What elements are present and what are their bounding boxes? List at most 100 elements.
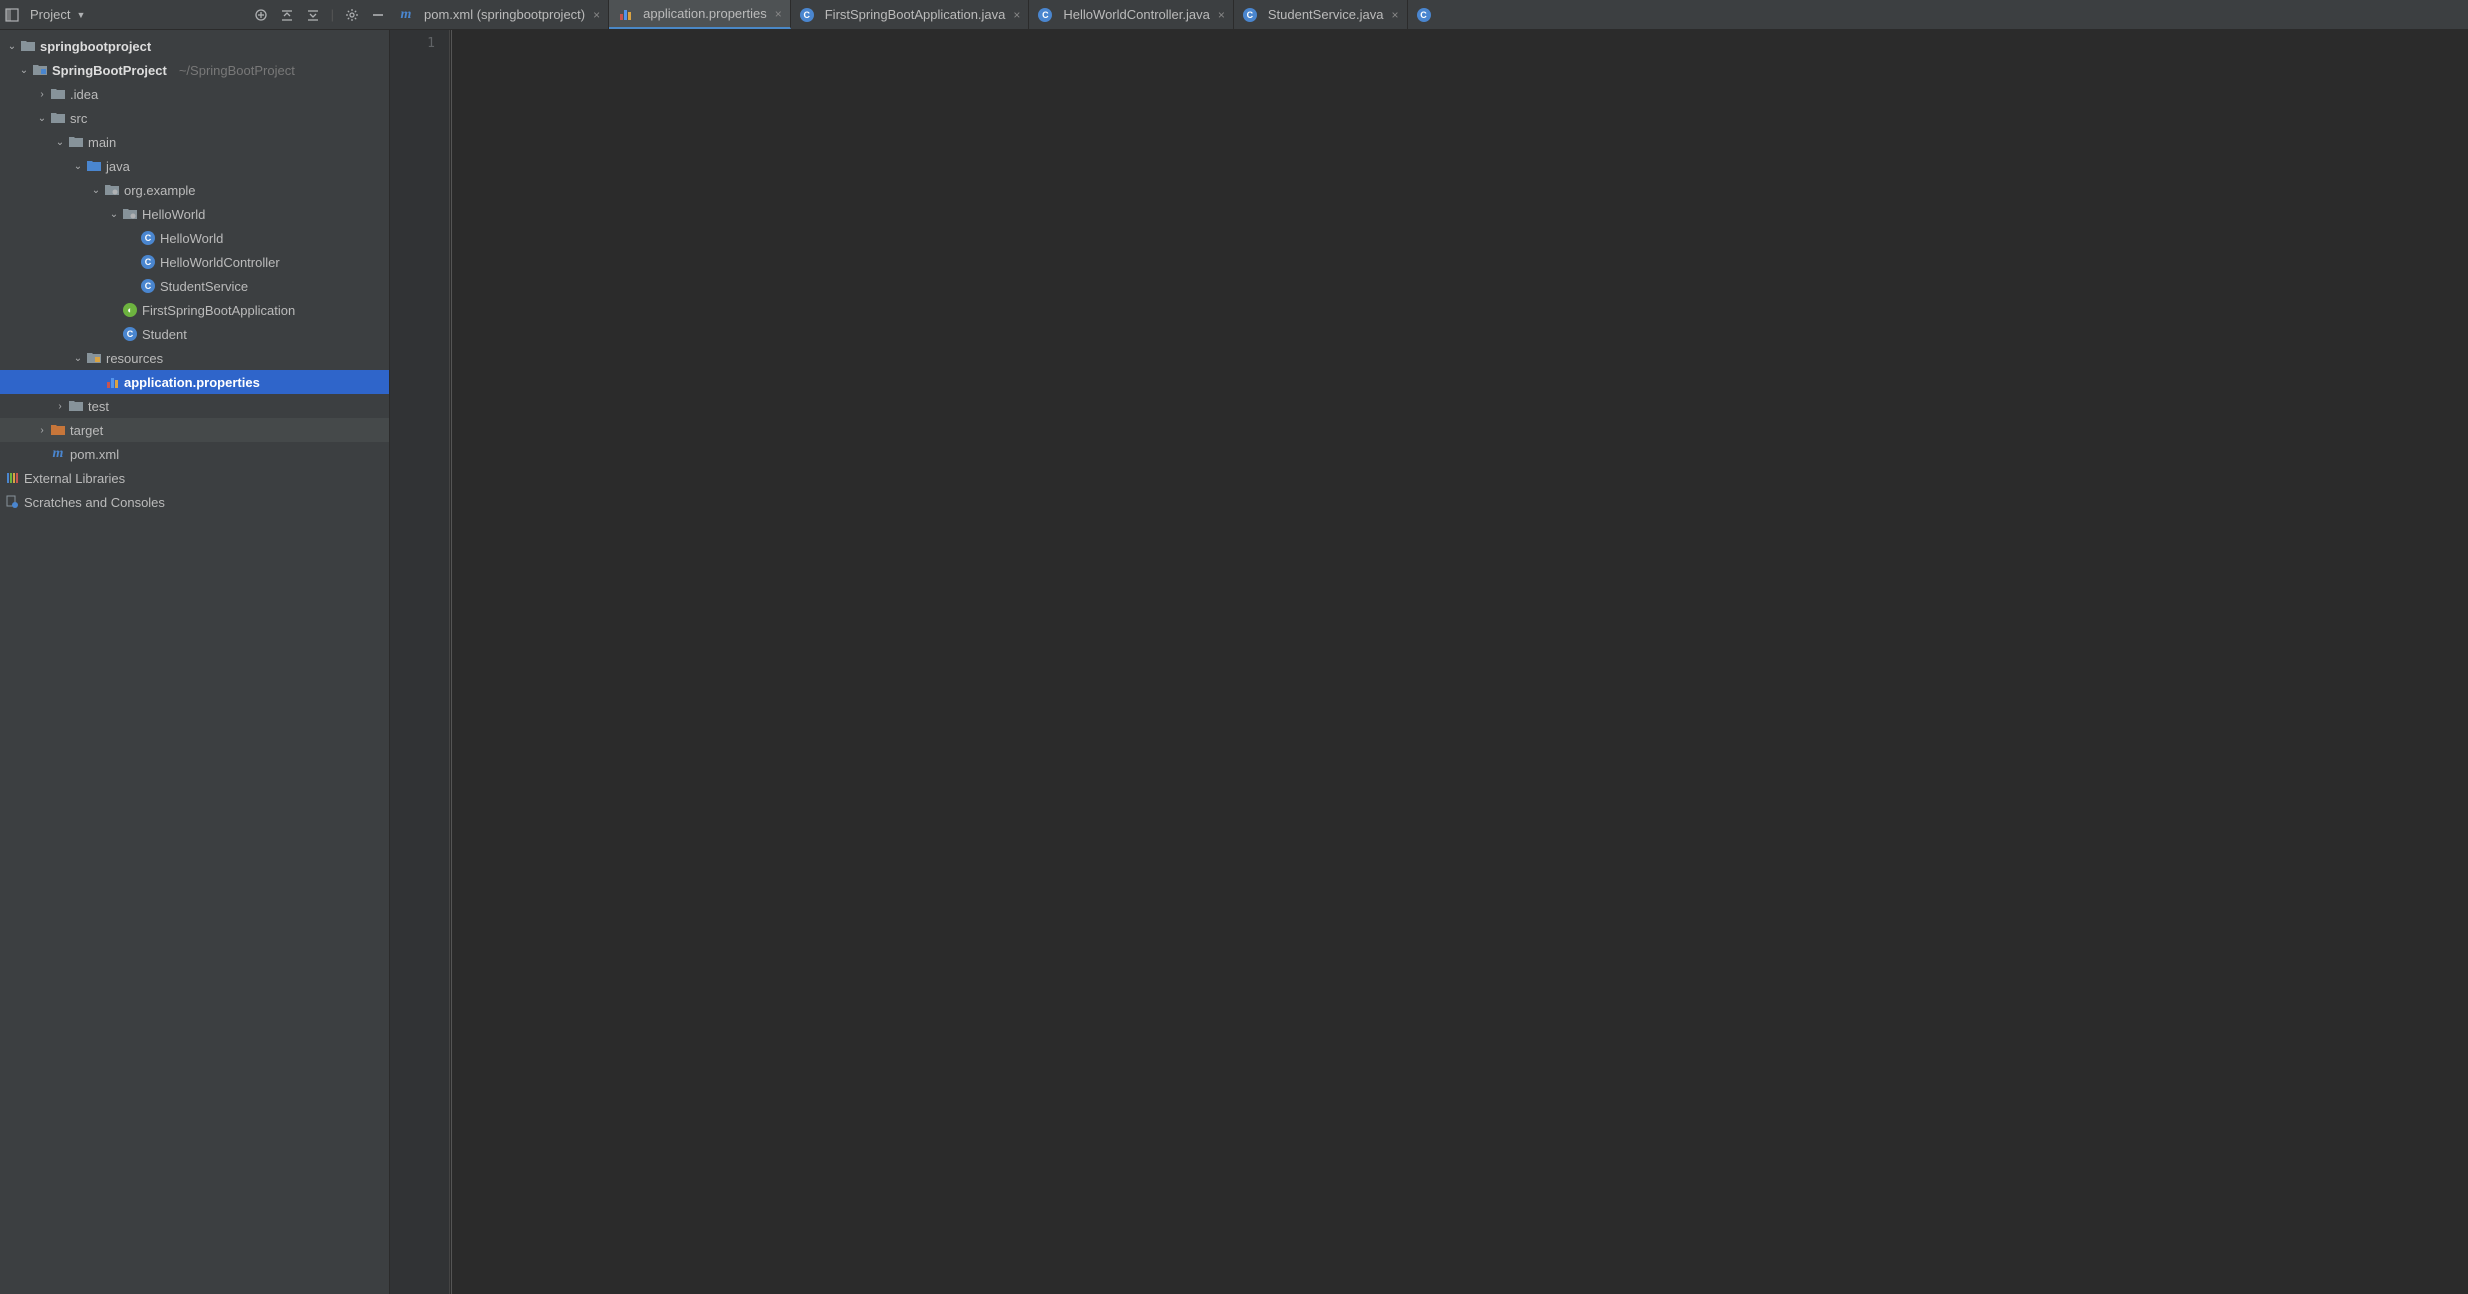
tree-label: src (70, 111, 93, 126)
tree-label: pom.xml (70, 447, 125, 462)
expand-arrow-icon[interactable]: ⌄ (34, 113, 50, 124)
tree-scratches[interactable]: Scratches and Consoles (0, 490, 389, 514)
tree-label: test (88, 399, 115, 414)
toolwindow-icon (4, 7, 20, 23)
tree-label: application.properties (124, 375, 266, 390)
expand-arrow-icon[interactable]: ⌄ (88, 185, 104, 196)
tab-application-properties[interactable]: application.properties × (609, 0, 791, 29)
java-class-icon: C (140, 230, 156, 246)
tree-root[interactable]: ⌄ springbootproject (0, 34, 389, 58)
folder-icon (68, 134, 84, 150)
collapse-all-icon[interactable] (305, 7, 321, 23)
tree-label: HelloWorld (142, 207, 211, 222)
top-bar: Project ▼ | m pom.xml (springbootp (0, 0, 2468, 30)
expand-arrow-icon[interactable]: ⌄ (106, 209, 122, 220)
toolwindow-title: Project (30, 7, 70, 22)
tab-label: FirstSpringBootApplication.java (825, 7, 1006, 22)
java-class-icon: C (140, 278, 156, 294)
library-icon (4, 470, 20, 486)
close-icon[interactable]: × (1011, 8, 1020, 22)
tree-hint: ~/SpringBootProject (173, 63, 295, 78)
tree-file-pom-xml[interactable]: m pom.xml (0, 442, 389, 466)
folder-icon (50, 86, 66, 102)
expand-arrow-icon[interactable]: › (34, 89, 50, 100)
project-toolwindow-header: Project ▼ | (0, 0, 390, 29)
tree-test-folder[interactable]: › test (0, 394, 389, 418)
editor-pane: 1 (390, 30, 2468, 1294)
editor-content[interactable] (451, 30, 2468, 1294)
expand-arrow-icon[interactable]: ⌄ (4, 41, 20, 52)
java-class-icon: C (1242, 7, 1258, 23)
tab-student-service[interactable]: C StudentService.java × (1234, 0, 1408, 29)
tree-label: SpringBootProject (52, 63, 173, 78)
select-opened-file-icon[interactable] (253, 7, 269, 23)
tree-class-helloworld[interactable]: C HelloWorld (0, 226, 389, 250)
tree-package-org-example[interactable]: ⌄ org.example (0, 178, 389, 202)
tree-class-student[interactable]: C Student (0, 322, 389, 346)
tree-target-folder[interactable]: › target (0, 418, 389, 442)
tree-file-application-properties[interactable]: application.properties (0, 370, 389, 394)
java-class-icon: C (1416, 7, 1432, 23)
close-icon[interactable]: × (773, 7, 782, 21)
tree-package-helloworld[interactable]: ⌄ HelloWorld (0, 202, 389, 226)
tab-hello-world-controller[interactable]: C HelloWorldController.java × (1029, 0, 1233, 29)
editor-tabs: m pom.xml (springbootproject) × applicat… (390, 0, 2468, 29)
tree-class-firstspringbootapp[interactable]: ◐ FirstSpringBootApplication (0, 298, 389, 322)
close-icon[interactable]: × (591, 8, 600, 22)
tree-src-folder[interactable]: ⌄ src (0, 106, 389, 130)
close-icon[interactable]: × (1389, 8, 1398, 22)
tree-label: java (106, 159, 136, 174)
line-number: 1 (390, 36, 435, 51)
tree-label: main (88, 135, 122, 150)
dropdown-arrow-icon: ▼ (76, 10, 85, 20)
settings-icon[interactable] (344, 7, 360, 23)
tree-label: Scratches and Consoles (24, 495, 171, 510)
tree-label: Student (142, 327, 193, 342)
tab-first-spring-boot-application[interactable]: C FirstSpringBootApplication.java × (791, 0, 1030, 29)
tree-module[interactable]: ⌄ SpringBootProject ~/SpringBootProject (0, 58, 389, 82)
close-icon[interactable]: × (1216, 8, 1225, 22)
tree-idea-folder[interactable]: › .idea (0, 82, 389, 106)
tab-partial[interactable]: C (1408, 0, 1436, 29)
excluded-folder-icon (50, 422, 66, 438)
toolwindow-toolbar: | (253, 7, 386, 23)
tab-label: StudentService.java (1268, 7, 1384, 22)
module-icon (32, 62, 48, 78)
tree-label: FirstSpringBootApplication (142, 303, 301, 318)
expand-arrow-icon[interactable]: ⌄ (70, 161, 86, 172)
tree-label: .idea (70, 87, 104, 102)
expand-arrow-icon[interactable]: ⌄ (52, 137, 68, 148)
hide-icon[interactable] (370, 7, 386, 23)
tree-label: target (70, 423, 109, 438)
expand-arrow-icon[interactable]: ⌄ (70, 353, 86, 364)
tree-label: External Libraries (24, 471, 131, 486)
tree-main-folder[interactable]: ⌄ main (0, 130, 389, 154)
tree-label: HelloWorld (160, 231, 229, 246)
folder-icon (68, 398, 84, 414)
expand-arrow-icon[interactable]: › (52, 401, 68, 412)
editor-gutter: 1 (390, 30, 450, 1294)
maven-icon: m (398, 7, 414, 23)
tree-java-folder[interactable]: ⌄ java (0, 154, 389, 178)
tree-label: resources (106, 351, 169, 366)
tree-external-libraries[interactable]: External Libraries (0, 466, 389, 490)
package-icon (122, 206, 138, 222)
project-tree: ⌄ springbootproject ⌄ SpringBootProject … (0, 30, 390, 1294)
maven-icon: m (50, 446, 66, 462)
tree-class-studentservice[interactable]: C StudentService (0, 274, 389, 298)
sources-folder-icon (86, 158, 102, 174)
package-icon (104, 182, 120, 198)
expand-arrow-icon[interactable]: › (34, 425, 50, 436)
tree-label: StudentService (160, 279, 254, 294)
java-class-icon: C (122, 326, 138, 342)
resources-folder-icon (86, 350, 102, 366)
separator: | (331, 7, 334, 22)
tree-label: springbootproject (40, 39, 157, 54)
expand-arrow-icon[interactable]: ⌄ (16, 65, 32, 76)
tree-class-helloworldcontroller[interactable]: C HelloWorldController (0, 250, 389, 274)
project-dropdown[interactable]: Project ▼ (4, 7, 85, 23)
expand-all-icon[interactable] (279, 7, 295, 23)
tab-pom-xml[interactable]: m pom.xml (springbootproject) × (390, 0, 609, 29)
spring-boot-icon: ◐ (122, 302, 138, 318)
tree-resources-folder[interactable]: ⌄ resources (0, 346, 389, 370)
